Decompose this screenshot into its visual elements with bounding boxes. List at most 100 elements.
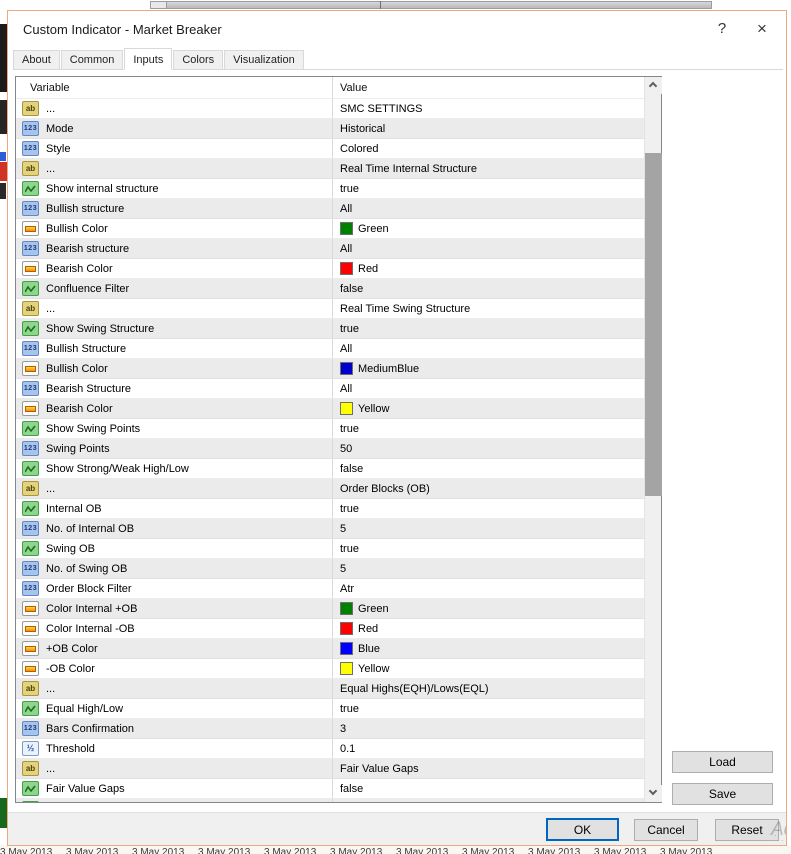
reset-button[interactable]: Reset	[715, 819, 779, 841]
param-value-cell[interactable]: true	[332, 699, 644, 718]
param-value-cell[interactable]: true	[332, 319, 644, 338]
param-value-cell[interactable]: SMC SETTINGS	[332, 99, 644, 118]
param-value-cell[interactable]: true	[332, 419, 644, 438]
table-row[interactable]: 123 Bullish Structure All	[16, 339, 644, 359]
param-value-cell[interactable]: Yellow	[332, 659, 644, 678]
vertical-scrollbar[interactable]	[644, 77, 662, 802]
param-value-cell[interactable]: false	[332, 779, 644, 798]
table-row[interactable]: Bullish Color MediumBlue	[16, 359, 644, 379]
param-value-cell[interactable]: Colored	[332, 139, 644, 158]
table-row[interactable]: ab... Real Time Swing Structure	[16, 299, 644, 319]
table-row[interactable]: Show Swing Points true	[16, 419, 644, 439]
param-value-cell[interactable]: Red	[332, 259, 644, 278]
help-icon[interactable]: ?	[706, 15, 738, 43]
table-row[interactable]: ab... Equal Highs(EQH)/Lows(EQL)	[16, 679, 644, 699]
table-row[interactable]: Bullish Color Green	[16, 219, 644, 239]
param-value-cell[interactable]: 3	[332, 719, 644, 738]
param-value-cell[interactable]: Historical	[332, 119, 644, 138]
table-row[interactable]: Equal High/Low true	[16, 699, 644, 719]
table-row[interactable]: 123 No. of Swing OB 5	[16, 559, 644, 579]
param-value-cell[interactable]: 50	[332, 439, 644, 458]
param-value-cell[interactable]: Real Time Swing Structure	[332, 299, 644, 318]
table-row[interactable]: Show internal structure true	[16, 179, 644, 199]
table-row[interactable]: 123 Style Colored	[16, 139, 644, 159]
param-value-cell[interactable]: 5	[332, 519, 644, 538]
table-row[interactable]: ab... Real Time Internal Structure	[16, 159, 644, 179]
color-swatch	[340, 602, 353, 615]
param-label: Bullish Color	[46, 362, 108, 375]
param-label: Bullish structure	[46, 202, 125, 215]
param-value-cell[interactable]: Red	[332, 619, 644, 638]
cancel-button[interactable]: Cancel	[634, 819, 698, 841]
table-row[interactable]: 123 Order Block Filter Atr	[16, 579, 644, 599]
table-row[interactable]	[16, 799, 644, 802]
param-value-cell[interactable]: true	[332, 539, 644, 558]
param-label: Confluence Filter	[46, 282, 130, 295]
table-row[interactable]: ab... Fair Value Gaps	[16, 759, 644, 779]
param-value-cell[interactable]: Green	[332, 219, 644, 238]
param-value-cell[interactable]: false	[332, 459, 644, 478]
table-row[interactable]: 123 Swing Points 50	[16, 439, 644, 459]
param-value-cell[interactable]: All	[332, 379, 644, 398]
table-row[interactable]: -OB Color Yellow	[16, 659, 644, 679]
table-row[interactable]: 123 Bearish Structure All	[16, 379, 644, 399]
titlebar[interactable]: Custom Indicator - Market Breaker ? ×	[8, 11, 786, 48]
param-value-cell[interactable]: All	[332, 199, 644, 218]
param-value-cell[interactable]: Fair Value Gaps	[332, 759, 644, 778]
param-value-cell[interactable]: 5	[332, 559, 644, 578]
table-row[interactable]: +OB Color Blue	[16, 639, 644, 659]
tab-about[interactable]: About	[13, 50, 60, 69]
param-label: Show Strong/Weak High/Low	[46, 462, 189, 475]
param-value-cell[interactable]	[332, 799, 644, 802]
table-row[interactable]: 123 Bars Confirmation 3	[16, 719, 644, 739]
param-value-cell[interactable]: Yellow	[332, 399, 644, 418]
param-value-cell[interactable]: All	[332, 339, 644, 358]
table-row[interactable]: Bearish Color Yellow	[16, 399, 644, 419]
tab-inputs[interactable]: Inputs	[124, 48, 173, 70]
table-row[interactable]: Color Internal -OB Red	[16, 619, 644, 639]
resize-grip[interactable]: ∙∙ ∙∙∙	[774, 831, 784, 845]
load-button[interactable]: Load	[672, 751, 773, 773]
param-value-cell[interactable]: All	[332, 239, 644, 258]
scrollbar-thumb[interactable]	[645, 153, 662, 496]
param-value-cell[interactable]: Blue	[332, 639, 644, 658]
background-left-fragment	[0, 162, 7, 181]
number-param-icon: 123	[22, 241, 39, 256]
table-row[interactable]: Show Strong/Weak High/Low false	[16, 459, 644, 479]
table-row[interactable]: ab... SMC SETTINGS	[16, 99, 644, 119]
bool-param-icon	[22, 701, 39, 716]
table-row[interactable]: 123 No. of Internal OB 5	[16, 519, 644, 539]
param-value-cell[interactable]: MediumBlue	[332, 359, 644, 378]
param-value-cell[interactable]: Atr	[332, 579, 644, 598]
param-value-cell[interactable]: 0.1	[332, 739, 644, 758]
tab-common[interactable]: Common	[60, 50, 124, 69]
tab-visualization[interactable]: Visualization	[224, 50, 304, 69]
table-row[interactable]: Color Internal +OB Green	[16, 599, 644, 619]
table-row[interactable]: Fair Value Gaps false	[16, 779, 644, 799]
param-value-cell[interactable]: Green	[332, 599, 644, 618]
table-row[interactable]: Swing OB true	[16, 539, 644, 559]
table-row[interactable]: 123 Mode Historical	[16, 119, 644, 139]
save-button[interactable]: Save	[672, 783, 773, 805]
param-value-cell[interactable]: Order Blocks (OB)	[332, 479, 644, 498]
scroll-up-button[interactable]	[645, 77, 662, 94]
table-row[interactable]: Confluence Filter false	[16, 279, 644, 299]
table-row[interactable]: 123 Bullish structure All	[16, 199, 644, 219]
param-value-cell[interactable]: true	[332, 179, 644, 198]
ok-button[interactable]: OK	[546, 818, 619, 841]
param-value-cell[interactable]: false	[332, 279, 644, 298]
table-row[interactable]: ½ Threshold 0.1	[16, 739, 644, 759]
scroll-down-button[interactable]	[645, 785, 662, 802]
table-row[interactable]: 123 Bearish structure All	[16, 239, 644, 259]
table-row[interactable]: Internal OB true	[16, 499, 644, 519]
param-value-cell[interactable]: Real Time Internal Structure	[332, 159, 644, 178]
param-value-cell[interactable]: Equal Highs(EQH)/Lows(EQL)	[332, 679, 644, 698]
table-row[interactable]: Bearish Color Red	[16, 259, 644, 279]
bool-param-icon	[22, 421, 39, 436]
param-value-cell[interactable]: true	[332, 499, 644, 518]
tab-colors[interactable]: Colors	[173, 50, 224, 69]
table-row[interactable]: ab... Order Blocks (OB)	[16, 479, 644, 499]
background-date-label: 3 May 2013	[660, 847, 713, 854]
table-row[interactable]: Show Swing Structure true	[16, 319, 644, 339]
close-icon[interactable]: ×	[746, 15, 778, 43]
